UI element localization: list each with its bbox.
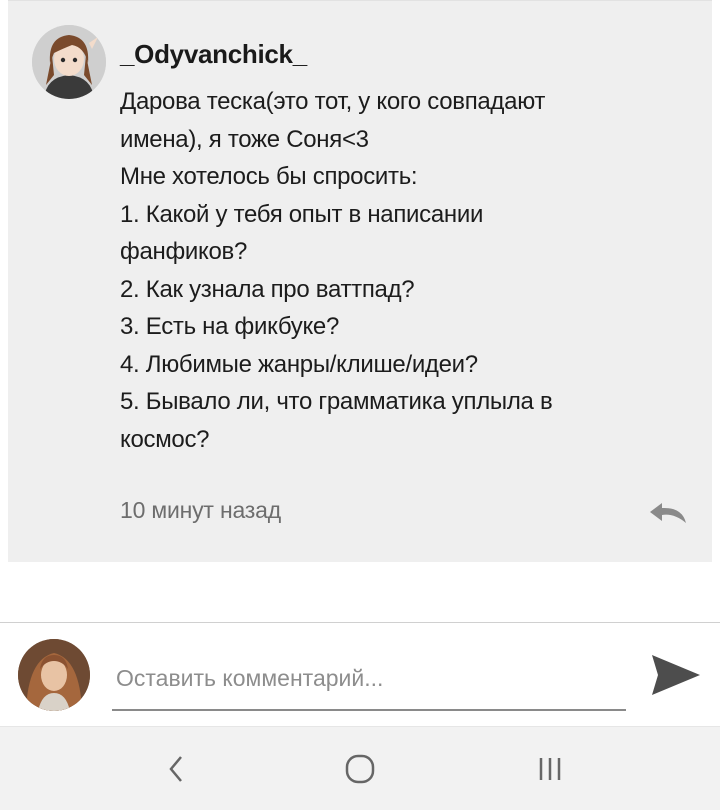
comment-card: _Odyvanchick_ Дарова теска(это тот, у ко…: [8, 0, 712, 562]
anime-girl-avatar-icon: [32, 25, 106, 99]
commenter-avatar[interactable]: [32, 25, 106, 99]
user-avatar[interactable]: [18, 639, 90, 711]
comment-input[interactable]: [112, 655, 626, 711]
comment-composer: [0, 622, 720, 726]
comment-timestamp: 10 минут назад: [120, 497, 281, 523]
reply-arrow-icon[interactable]: [648, 501, 688, 525]
system-nav-bar: [0, 726, 720, 810]
home-circle-icon[interactable]: [330, 749, 390, 789]
recents-lines-icon[interactable]: [520, 749, 580, 789]
comment-line: 2. Как узнала про ваттпад?: [120, 275, 415, 303]
comment-line: 1. Какой у тебя опыт в написании: [120, 200, 484, 228]
comment-line: 5. Бывало ли, что грамматика уплыла в: [120, 388, 553, 415]
comment-body: _Odyvanchick_ Дарова теска(это тот, у ко…: [120, 35, 680, 523]
comment-line: 4. Любимые жанры/клише/идеи?: [120, 350, 478, 378]
user-photo-avatar-icon: [18, 639, 90, 711]
comment-line: Мне хотелось бы спросить:: [120, 163, 418, 190]
back-chevron-icon[interactable]: [146, 749, 206, 789]
send-icon[interactable]: [648, 651, 704, 699]
comment-line: космос?: [120, 425, 210, 453]
comment-line: Дарова теска(это тот, у кого совпадают: [120, 88, 546, 115]
comment-username[interactable]: _Odyvanchick_: [120, 35, 680, 83]
comment-line: имена), я тоже Соня<3: [120, 125, 369, 153]
comment-text: Дарова теска(это тот, у кого совпадают и…: [120, 83, 680, 458]
comment-line: фанфиков?: [120, 238, 248, 265]
comment-line: 3. Есть на фикбуке?: [120, 313, 340, 340]
